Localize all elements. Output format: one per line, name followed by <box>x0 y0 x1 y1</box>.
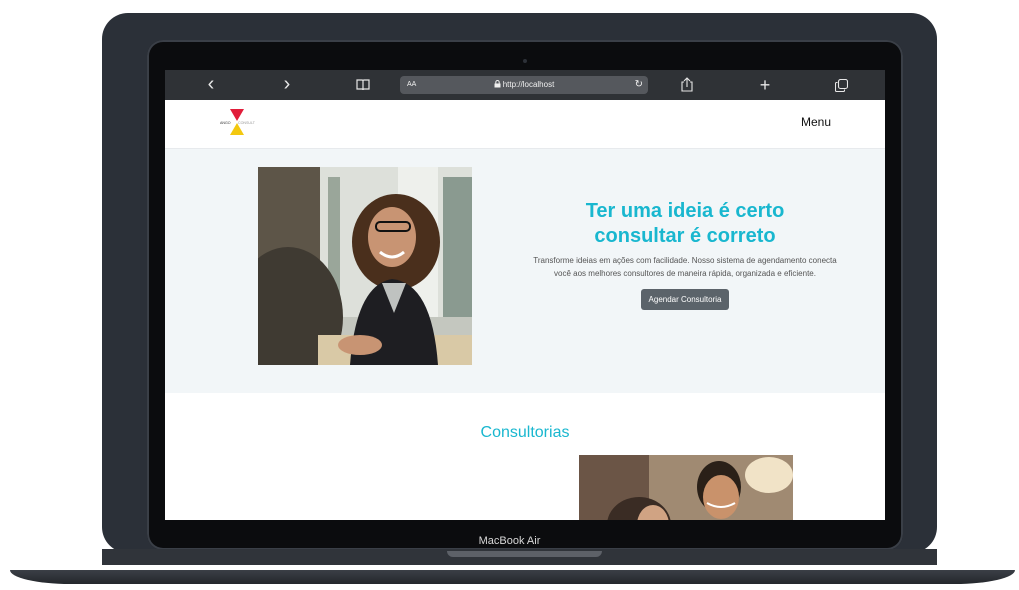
tabs-icon[interactable] <box>831 74 851 96</box>
agendar-consultoria-button[interactable]: Agendar Consultoria <box>640 289 730 310</box>
browser-toolbar: ‹ › AA http://localhost ↻ + <box>165 70 885 100</box>
svg-text:CONSULT: CONSULT <box>238 121 256 125</box>
site-header: ANGO CONSULT Menu <box>165 100 885 149</box>
url-value: http://localhost <box>502 80 555 89</box>
back-icon[interactable]: ‹ <box>201 74 221 96</box>
address-bar[interactable]: AA http://localhost ↻ <box>400 76 648 94</box>
url-text: http://localhost <box>400 76 648 94</box>
hero-description: Transforme ideias em ações com facilidad… <box>533 256 837 278</box>
share-icon[interactable] <box>677 74 697 96</box>
browser-screen: ‹ › AA http://localhost ↻ + ANGO CONSULT <box>165 70 885 520</box>
consultorias-title: Consultorias <box>480 424 570 441</box>
site-logo[interactable]: ANGO CONSULT <box>220 108 260 136</box>
svg-text:ANGO: ANGO <box>220 121 231 125</box>
hero-title-line1: Ter uma ideia é certo <box>585 200 785 222</box>
book-icon[interactable] <box>353 74 373 96</box>
menu-link[interactable]: Menu <box>801 115 831 129</box>
hero-title-line2: consultar é correto <box>594 225 776 247</box>
lock-icon <box>494 80 501 88</box>
forward-icon[interactable]: › <box>277 74 297 96</box>
hero-text: Ter uma ideia é certo consultar é corret… <box>525 199 845 310</box>
hinge-notch <box>447 551 602 557</box>
camera-icon <box>523 59 527 63</box>
new-tab-icon[interactable]: + <box>755 74 775 96</box>
hero-section: Ter uma ideia é certo consultar é corret… <box>165 149 885 393</box>
reload-icon[interactable]: ↻ <box>635 76 643 94</box>
hero-consultant-photo <box>258 167 472 365</box>
hero-title: Ter uma ideia é certo consultar é corret… <box>525 199 845 249</box>
device-label: MacBook Air <box>478 535 541 547</box>
laptop-base <box>10 570 1015 584</box>
consultoria-card-photo[interactable] <box>579 455 793 520</box>
